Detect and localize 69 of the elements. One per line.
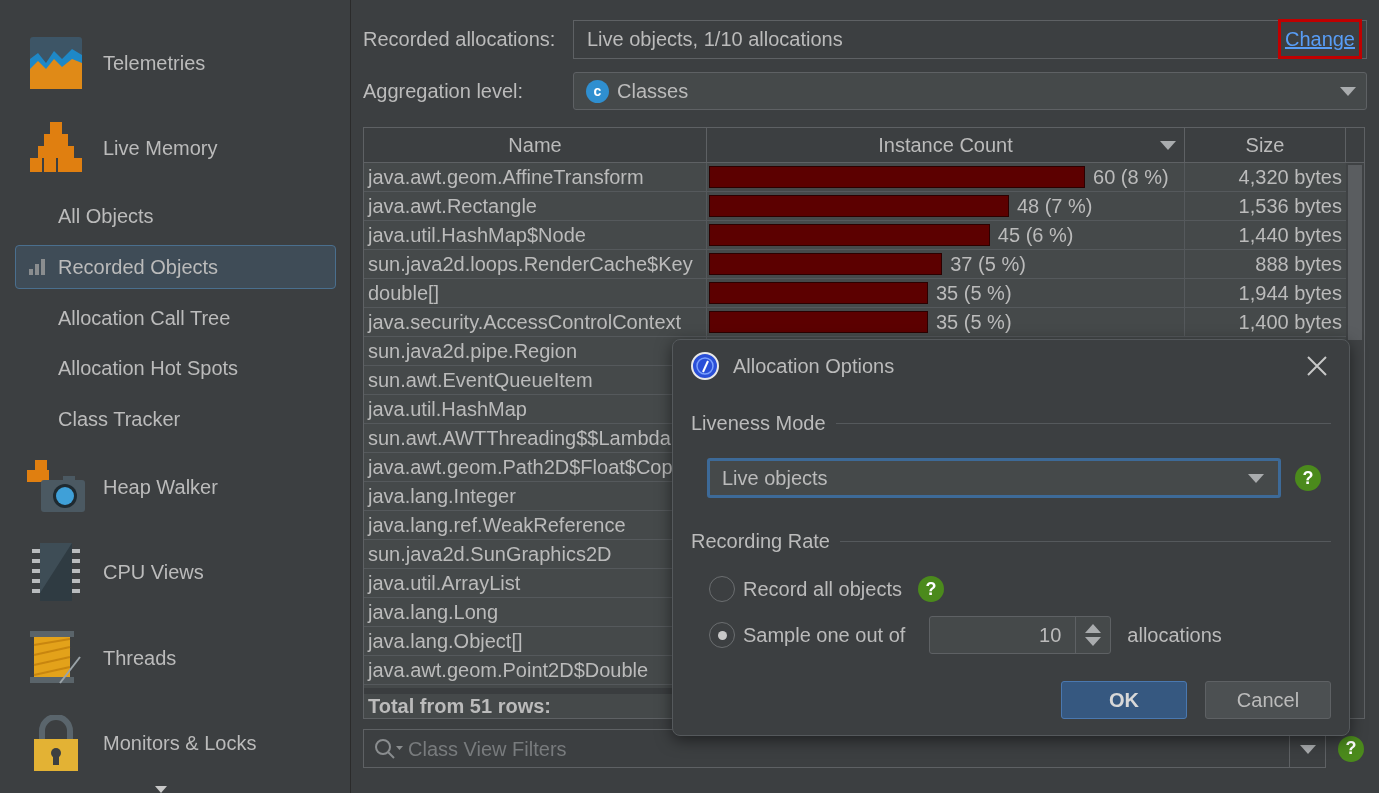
- chart-icon: [30, 36, 82, 89]
- chip-icon: [32, 543, 80, 602]
- help-button[interactable]: ?: [1295, 465, 1321, 491]
- filter-input[interactable]: Class View Filters: [408, 733, 1289, 764]
- aggregation-level-dropdown[interactable]: c Classes: [573, 72, 1367, 110]
- size-cell-text: 4,320 bytes: [1237, 165, 1343, 190]
- radio-label: Record all objects: [743, 577, 902, 602]
- class-name-cell: double[]: [364, 279, 707, 307]
- radio-button[interactable]: [709, 576, 735, 602]
- caret-icon: [1299, 743, 1316, 754]
- help-button[interactable]: ?: [917, 576, 944, 602]
- caret-icon: [1340, 86, 1356, 96]
- sidebar-item[interactable]: Threads: [15, 615, 336, 701]
- recorded-allocations-field: Live objects, 1/10 allocations Change: [573, 19, 1367, 59]
- caret-icon: [1160, 140, 1176, 150]
- class-icon: c: [586, 79, 609, 103]
- sidebar-item[interactable]: Heap Walker: [15, 444, 336, 530]
- count-cell-text: 48 (7 %): [1016, 194, 1093, 219]
- class-name-cell: java.security.AccessControlContext: [364, 308, 707, 336]
- sidebar-item[interactable]: Monitors & Locks: [15, 700, 336, 786]
- count-cell-text: 60 (8 %): [1093, 165, 1169, 190]
- class-name-cell: java.util.HashMap$Node: [364, 221, 707, 249]
- spinner-arrows-icon[interactable]: [1085, 624, 1102, 646]
- sidebar-item[interactable]: Allocation Hot Spots: [15, 345, 336, 391]
- class-name-cell: java.awt.Rectangle: [364, 192, 707, 220]
- size-cell-text: 888 bytes: [1254, 252, 1343, 277]
- change-link[interactable]: Change: [1277, 19, 1362, 59]
- sidebar-item[interactable]: Class Tracker: [15, 396, 336, 442]
- sample-rate-spinner[interactable]: 10: [929, 616, 1112, 654]
- class-name-cell: java.awt.geom.AffineTransform: [364, 163, 707, 191]
- allocations-label: allocations: [1127, 623, 1222, 648]
- column-header[interactable]: Name: [364, 128, 707, 162]
- padlock-icon: [34, 715, 78, 772]
- size-cell-text: 1,944 bytes: [1237, 281, 1343, 306]
- radio-button[interactable]: [709, 622, 735, 648]
- help-button[interactable]: ?: [1338, 735, 1364, 762]
- sidebar-item[interactable]: All Objects: [15, 193, 336, 239]
- sidebar-item[interactable]: Live Memory: [15, 105, 336, 191]
- count-cell-text: 35 (5 %): [935, 281, 1012, 306]
- bar-chart-icon: [29, 258, 46, 275]
- caret-icon: [1248, 473, 1264, 483]
- gauge-icon: [691, 352, 719, 380]
- count-cell-text: 35 (5 %): [935, 310, 1012, 335]
- dialog-title: Allocation Options: [733, 354, 896, 379]
- sidebar-item[interactable]: Telemetries: [15, 20, 336, 106]
- size-cell-text: 1,440 bytes: [1237, 223, 1343, 248]
- sidebar-item[interactable]: Recorded Objects: [15, 244, 336, 290]
- class-name-cell: sun.java2d.loops.RenderCache$Key: [364, 250, 707, 278]
- cancel-button[interactable]: Cancel: [1205, 681, 1331, 719]
- sidebar-item[interactable]: Allocation Call Tree: [15, 295, 336, 340]
- recorded-allocations-label: Recorded allocations:: [363, 27, 557, 52]
- count-cell-text: 45 (6 %): [997, 223, 1074, 248]
- count-cell-text: 37 (5 %): [950, 252, 1026, 277]
- column-header[interactable]: Instance Count: [707, 128, 1185, 162]
- sidebar-item[interactable]: CPU Views: [15, 529, 336, 616]
- aggregation-level-label: Aggregation level:: [363, 79, 525, 104]
- size-cell-text: 1,536 bytes: [1237, 194, 1343, 219]
- liveness-mode-dropdown[interactable]: Live objects: [707, 458, 1281, 498]
- scroll-down-icon[interactable]: [154, 785, 167, 793]
- size-cell-text: 1,400 bytes: [1237, 310, 1343, 335]
- thread-spool-icon: [30, 630, 82, 685]
- ok-button[interactable]: OK: [1061, 681, 1187, 719]
- close-icon[interactable]: [1307, 356, 1327, 376]
- column-header[interactable]: Size: [1185, 128, 1346, 162]
- camera-icon: [27, 460, 85, 515]
- search-icon: [374, 737, 404, 760]
- total-label: Total from 51 rows:: [367, 694, 551, 718]
- radio-label: Sample one out of: [743, 623, 906, 648]
- cubes-icon: [28, 122, 84, 175]
